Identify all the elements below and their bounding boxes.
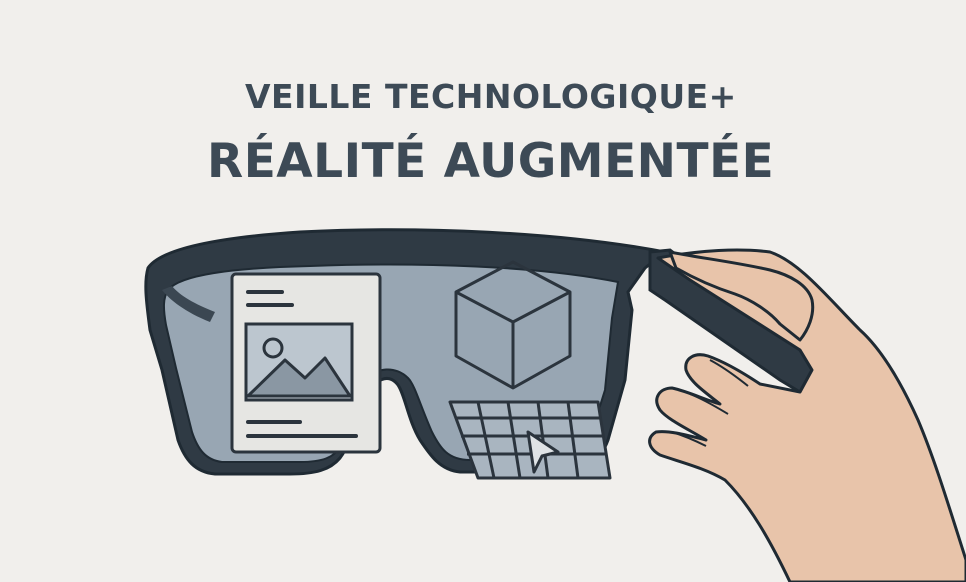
document-image-card-icon: [230, 272, 382, 454]
illustration-canvas: VEILLE TECHNOLOGIQUE+ RÉALITÉ AUGMENTÉE: [0, 0, 966, 582]
ar-glasses-illustration: [144, 228, 966, 582]
